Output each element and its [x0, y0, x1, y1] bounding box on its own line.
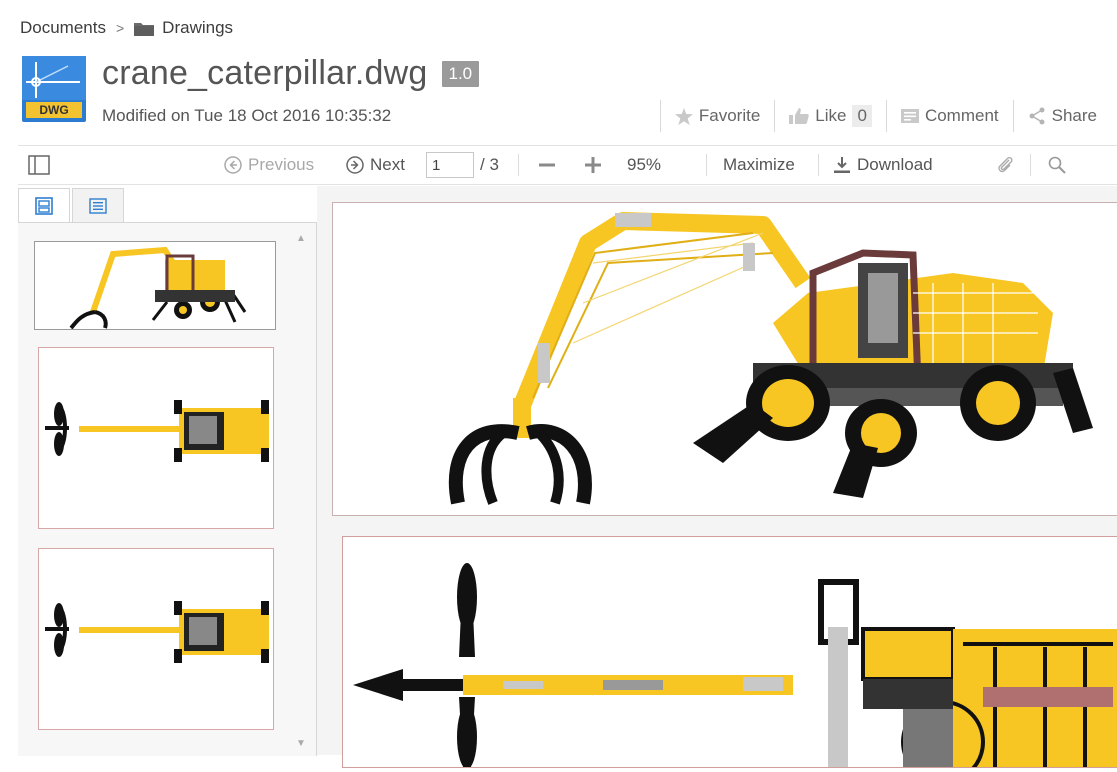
arrow-right-circle-icon	[346, 156, 364, 174]
comment-button[interactable]: Comment	[885, 100, 1013, 132]
breadcrumb-drawings-link[interactable]: Drawings	[134, 18, 233, 38]
dwg-badge-text: DWG	[39, 103, 68, 117]
sidebar-scrollbar[interactable]	[290, 223, 308, 756]
drawing-page-2	[342, 536, 1117, 772]
page-thumbnail[interactable]	[34, 241, 276, 330]
breadcrumb-folder-label: Drawings	[162, 18, 234, 37]
page-number-group: / 3	[426, 146, 499, 184]
next-label: Next	[370, 155, 405, 174]
search-button[interactable]	[1048, 146, 1066, 184]
drawing-page-1	[332, 202, 1117, 516]
title-row: crane_caterpillar.dwg 1.0	[102, 54, 480, 93]
crane-top-view-drawing	[353, 563, 1117, 772]
attachment-button[interactable]	[996, 146, 1014, 184]
previous-page-button[interactable]: Previous	[224, 146, 314, 184]
page-number-input[interactable]	[426, 152, 474, 178]
breadcrumb-separator: >	[115, 20, 125, 36]
like-count: 0	[852, 105, 872, 127]
page-thumbnail[interactable]	[38, 347, 274, 529]
maximize-label: Maximize	[723, 155, 795, 174]
toolbar-divider	[1030, 154, 1031, 176]
document-viewer[interactable]	[317, 186, 1117, 772]
toolbar-divider	[518, 154, 519, 176]
zoom-level[interactable]: 95%	[627, 146, 661, 184]
outline-icon	[89, 198, 107, 214]
file-actions: Favorite Like 0 Comment Share	[659, 100, 1111, 132]
sidebar-toggle-icon	[28, 155, 50, 175]
crane-top-view-thumbnail	[45, 400, 269, 462]
share-button[interactable]: Share	[1012, 100, 1111, 132]
share-label: Share	[1051, 106, 1097, 125]
favorite-label: Favorite	[698, 106, 761, 125]
tab-outline[interactable]	[72, 188, 124, 224]
like-button[interactable]: Like 0	[774, 100, 886, 132]
toolbar-divider	[818, 154, 819, 176]
zoom-level-label: 95%	[627, 155, 662, 174]
crane-side-view-drawing	[448, 212, 1093, 505]
maximize-button[interactable]: Maximize	[723, 146, 795, 184]
thumbs-up-icon	[789, 108, 810, 124]
thumbnails-icon	[35, 197, 53, 215]
comment-icon	[900, 109, 919, 123]
zoom-out-button[interactable]	[538, 146, 556, 184]
sidebar-toggle-button[interactable]	[28, 146, 50, 184]
comment-label: Comment	[924, 106, 999, 125]
crane-top-view-thumbnail	[45, 601, 269, 663]
tab-thumbnails[interactable]	[18, 188, 70, 224]
download-icon	[834, 157, 850, 173]
crane-side-view-thumbnail	[69, 246, 247, 330]
modified-date: Modified on Tue 18 Oct 2016 10:35:32	[102, 106, 392, 125]
thumbnail-sidebar: ▲ ▼	[18, 222, 317, 756]
breadcrumb: Documents > Drawings	[20, 18, 233, 38]
download-label: Download	[857, 155, 933, 174]
next-page-button[interactable]: Next	[346, 146, 405, 184]
star-icon	[674, 107, 693, 125]
file-title: crane_caterpillar.dwg	[102, 54, 428, 92]
minus-icon	[539, 163, 555, 167]
toolbar-divider	[706, 154, 707, 176]
dwg-file-icon: DWG	[22, 56, 86, 122]
download-button[interactable]: Download	[833, 146, 933, 184]
breadcrumb-documents-link[interactable]: Documents	[20, 18, 106, 38]
scroll-down-arrow-icon[interactable]: ▼	[296, 738, 306, 749]
viewer-toolbar: Previous Next / 3 95% Maximize Download	[18, 145, 1117, 185]
version-badge[interactable]: 1.0	[441, 60, 480, 87]
arrow-left-circle-icon	[224, 156, 242, 174]
page-thumbnail[interactable]	[38, 548, 274, 730]
share-icon	[1029, 107, 1045, 125]
folder-icon	[134, 22, 155, 36]
plus-icon	[585, 157, 601, 173]
like-label: Like	[815, 106, 847, 125]
previous-label: Previous	[248, 155, 315, 174]
favorite-button[interactable]: Favorite	[659, 100, 774, 132]
scroll-up-arrow-icon[interactable]: ▲	[296, 233, 306, 244]
search-icon	[1048, 156, 1066, 174]
total-pages-label: / 3	[480, 155, 499, 174]
sidebar-tabs	[18, 188, 126, 224]
zoom-in-button[interactable]	[584, 146, 602, 184]
paperclip-icon	[998, 156, 1013, 173]
